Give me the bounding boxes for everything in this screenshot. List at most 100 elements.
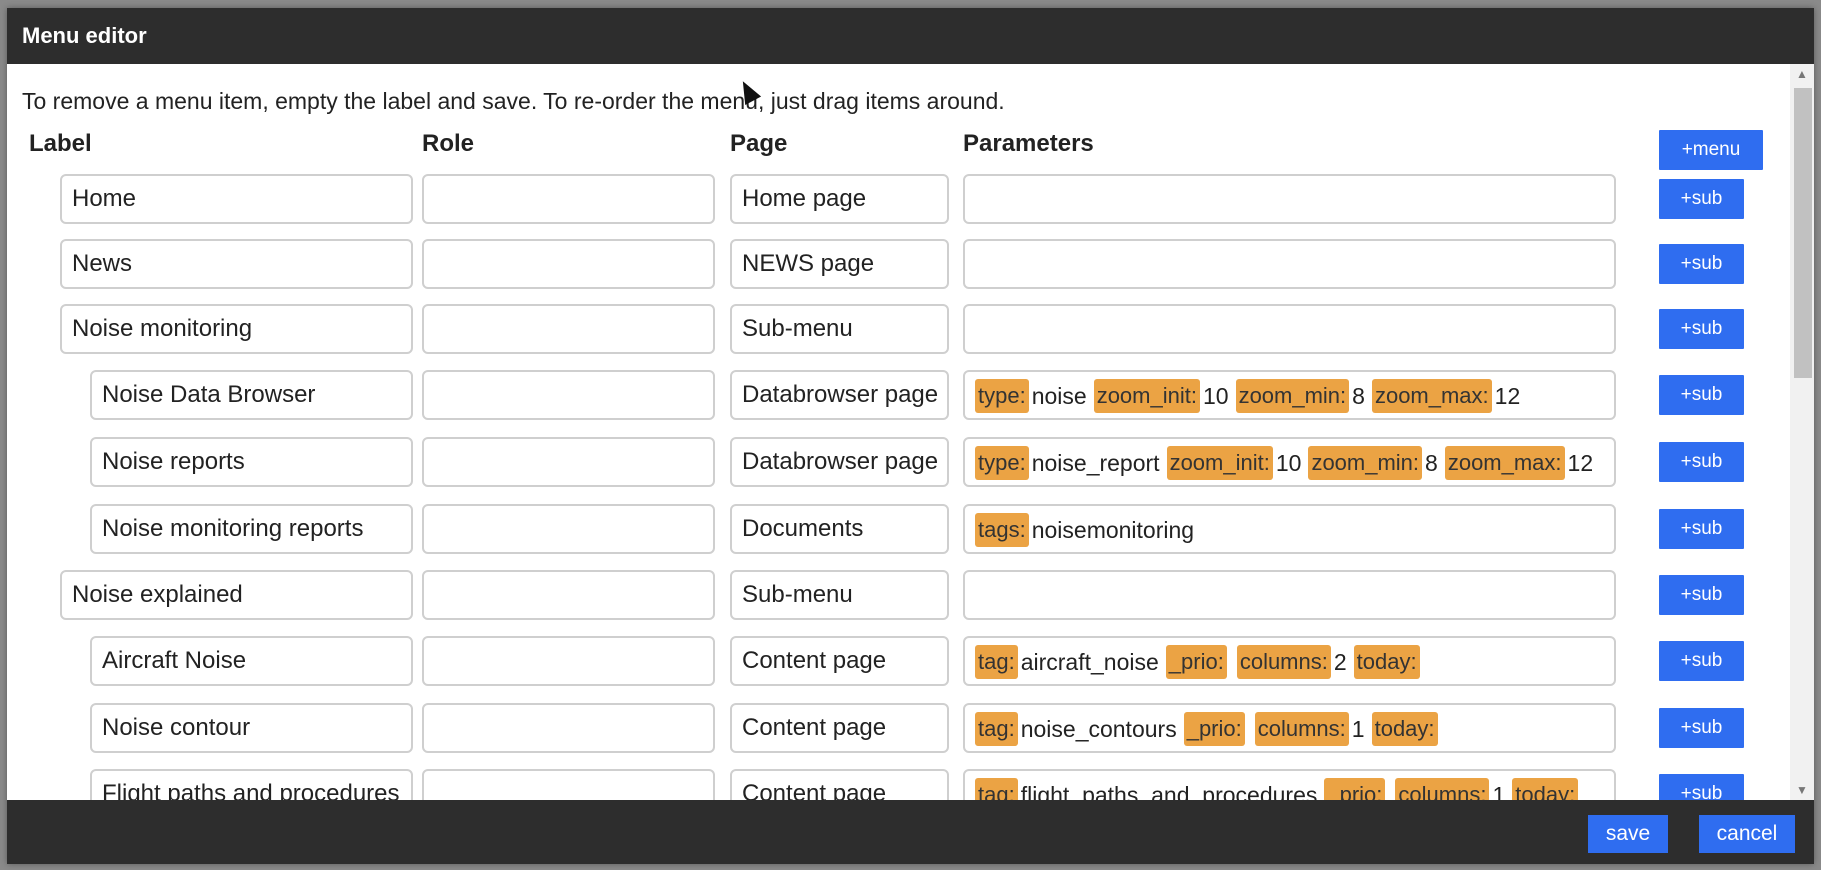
label-input[interactable]: News — [60, 239, 413, 289]
label-column-header: Label — [29, 130, 92, 157]
label-input[interactable]: Home — [60, 174, 413, 224]
add-sub-button[interactable]: +sub — [1659, 442, 1744, 482]
role-input[interactable] — [422, 174, 715, 224]
scroll-up-arrow-icon[interactable]: ▲ — [1790, 64, 1814, 84]
parameter-key-tag: _prio: — [1183, 711, 1245, 746]
parameter-key-tag: tags: — [975, 512, 1029, 547]
parameter-value: noise_report — [1031, 449, 1160, 476]
add-sub-button[interactable]: +sub — [1659, 509, 1744, 549]
page-select[interactable]: NEWS page — [730, 239, 949, 289]
menu-item-row[interactable]: Flight paths and procedures Content page t… — [7, 769, 1790, 800]
parameter-value: noise — [1031, 382, 1087, 409]
add-sub-button[interactable]: +sub — [1659, 309, 1744, 349]
role-input[interactable] — [422, 370, 715, 420]
parameters-field[interactable]: tag: aircraft_noise _prio: columns: 2 today: — [963, 636, 1616, 686]
page-select[interactable]: Content page — [730, 636, 949, 686]
parameters-field[interactable]: tag: flight_paths_and_procedures _prio: col… — [963, 769, 1616, 800]
dialog-footer: save cancel — [7, 800, 1814, 864]
parameters-field[interactable] — [963, 304, 1616, 354]
parameter-key-tag: columns: — [1254, 711, 1349, 746]
add-sub-button[interactable]: +sub — [1659, 375, 1744, 415]
cancel-button[interactable]: cancel — [1699, 815, 1795, 853]
role-input[interactable] — [422, 504, 715, 554]
parameters-field[interactable] — [963, 239, 1616, 289]
parameters-field[interactable]: tags: noisemonitoring — [963, 504, 1616, 554]
role-input[interactable] — [422, 570, 715, 620]
parameters-field[interactable]: type: noise_report zoom_init: 10 zoom_min: 8 z… — [963, 437, 1616, 487]
parameter-key-tag: today: — [1371, 711, 1438, 746]
add-menu-button[interactable]: +menu — [1659, 130, 1763, 170]
menu-item-row[interactable]: Noise monitoring Sub-menu +sub — [7, 304, 1790, 356]
parameter-key-tag: tag: — [975, 711, 1018, 746]
parameter-key-tag: type: — [975, 378, 1029, 413]
parameters-field[interactable] — [963, 570, 1616, 620]
parameter-value: 10 — [1275, 449, 1302, 476]
dialog-title: Menu editor — [7, 8, 1814, 64]
scrollbar-thumb[interactable] — [1794, 88, 1812, 378]
scroll-down-arrow-icon[interactable]: ▼ — [1790, 780, 1814, 800]
parameters-field[interactable]: type: noise zoom_init: 10 zoom_min: 8 zoom_max… — [963, 370, 1616, 420]
menu-item-row[interactable]: Noise Data Browser Databrowser page type: n… — [7, 370, 1790, 422]
label-input[interactable]: Flight paths and procedures — [90, 769, 413, 800]
role-column-header: Role — [422, 130, 475, 157]
page-select[interactable]: Documents — [730, 504, 949, 554]
label-input[interactable]: Noise explained — [60, 570, 413, 620]
parameter-key-tag: zoom_init: — [1166, 445, 1273, 480]
parameter-key-tag: columns: — [1395, 777, 1490, 800]
menu-item-row[interactable]: News NEWS page +sub — [7, 239, 1790, 291]
add-sub-button[interactable]: +sub — [1659, 708, 1744, 748]
parameters-field[interactable]: tag: noise_contours _prio: columns: 1 today: — [963, 703, 1616, 753]
parameter-key-tag: tag: — [975, 777, 1018, 800]
role-input[interactable] — [422, 769, 715, 800]
parameter-key-tag: tag: — [975, 644, 1018, 679]
add-sub-button[interactable]: +sub — [1659, 575, 1744, 615]
parameter-value: 2 — [1333, 648, 1347, 675]
menu-item-row[interactable]: Noise monitoring reports Documents tags: no… — [7, 504, 1790, 556]
parameter-value: 12 — [1494, 382, 1521, 409]
add-sub-button[interactable]: +sub — [1659, 641, 1744, 681]
page-select[interactable]: Databrowser page — [730, 437, 949, 487]
menu-item-row[interactable]: Home Home page +sub — [7, 174, 1790, 226]
menu-items-area: To remove a menu item, empty the label a… — [7, 64, 1790, 800]
add-sub-button[interactable]: +sub — [1659, 774, 1744, 800]
add-sub-button[interactable]: +sub — [1659, 179, 1744, 219]
role-input[interactable] — [422, 437, 715, 487]
label-input[interactable]: Noise reports — [90, 437, 413, 487]
page-select[interactable]: Sub-menu — [730, 570, 949, 620]
page-column-header: Page — [730, 130, 788, 157]
parameter-value: 1 — [1492, 781, 1506, 800]
menu-item-row[interactable]: Noise contour Content page tag: noise_conto… — [7, 703, 1790, 755]
menu-item-row[interactable]: Noise reports Databrowser page type: noise_… — [7, 437, 1790, 489]
vertical-scrollbar[interactable]: ▲ ▼ — [1790, 64, 1814, 800]
save-button[interactable]: save — [1588, 815, 1668, 853]
parameters-field[interactable] — [963, 174, 1616, 224]
parameter-value: 10 — [1202, 382, 1229, 409]
role-input[interactable] — [422, 703, 715, 753]
label-input[interactable]: Aircraft Noise — [90, 636, 413, 686]
parameter-value: aircraft_noise — [1020, 648, 1159, 675]
label-input[interactable]: Noise contour — [90, 703, 413, 753]
parameter-value: noise_contours — [1020, 715, 1177, 742]
label-input[interactable]: Noise monitoring — [60, 304, 413, 354]
page-select[interactable]: Sub-menu — [730, 304, 949, 354]
role-input[interactable] — [422, 239, 715, 289]
page-select[interactable]: Content page — [730, 703, 949, 753]
role-input[interactable] — [422, 304, 715, 354]
label-input[interactable]: Noise Data Browser — [90, 370, 413, 420]
parameter-value: 12 — [1567, 449, 1594, 476]
parameter-key-tag: _prio: — [1165, 644, 1227, 679]
label-input[interactable]: Noise monitoring reports — [90, 504, 413, 554]
parameter-key-tag: zoom_init: — [1093, 378, 1200, 413]
menu-item-row[interactable]: Noise explained Sub-menu +sub — [7, 570, 1790, 622]
menu-item-row[interactable]: Aircraft Noise Content page tag: aircraft_n… — [7, 636, 1790, 688]
parameter-key-tag: zoom_max: — [1371, 378, 1492, 413]
page-select[interactable]: Content page — [730, 769, 949, 800]
page-select[interactable]: Home page — [730, 174, 949, 224]
role-input[interactable] — [422, 636, 715, 686]
parameter-key-tag: today: — [1353, 644, 1420, 679]
add-sub-button[interactable]: +sub — [1659, 244, 1744, 284]
dialog-content: To remove a menu item, empty the label a… — [7, 64, 1814, 800]
page-select[interactable]: Databrowser page — [730, 370, 949, 420]
intro-text: To remove a menu item, empty the label a… — [22, 88, 1005, 114]
parameter-value: 8 — [1352, 382, 1365, 409]
